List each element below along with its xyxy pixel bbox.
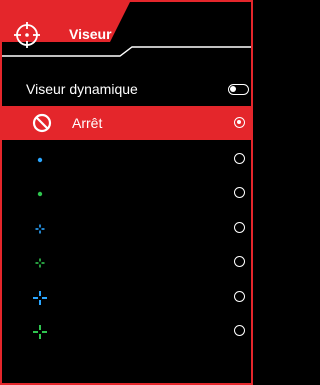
page-title: Viseur xyxy=(69,26,112,42)
panel-header: Viseur xyxy=(2,2,251,60)
dynamic-crosshair-row[interactable]: Viseur dynamique xyxy=(2,72,251,106)
crosshair-small-green-icon xyxy=(35,258,45,268)
option-off[interactable]: Arrêt xyxy=(2,106,251,140)
crosshair-panel: Viseur Viseur dynamique Arrêt xyxy=(0,0,253,385)
option-off-label: Arrêt xyxy=(72,115,103,131)
no-symbol-icon xyxy=(32,113,52,133)
dynamic-crosshair-label: Viseur dynamique xyxy=(26,81,138,97)
dot-small-green-icon xyxy=(37,191,43,197)
crosshair-large-green-icon xyxy=(33,325,47,339)
radio-button[interactable] xyxy=(234,325,245,336)
radio-button[interactable] xyxy=(234,291,245,302)
crosshair-small-blue-icon xyxy=(35,224,45,234)
radio-button[interactable] xyxy=(234,187,245,198)
radio-button[interactable] xyxy=(234,256,245,267)
option-dot-blue[interactable] xyxy=(2,142,251,176)
option-cross-small-blue[interactable] xyxy=(2,211,251,245)
option-dot-green[interactable] xyxy=(2,176,251,210)
option-cross-small-green[interactable] xyxy=(2,245,251,279)
option-cross-large-green[interactable] xyxy=(2,314,251,348)
radio-selected[interactable] xyxy=(234,117,245,128)
radio-button[interactable] xyxy=(234,153,245,164)
crosshair-large-blue-icon xyxy=(33,291,47,305)
crosshair-target-icon xyxy=(14,22,40,48)
radio-button[interactable] xyxy=(234,222,245,233)
option-cross-large-blue[interactable] xyxy=(2,280,251,314)
dynamic-crosshair-toggle[interactable] xyxy=(228,84,249,95)
dot-small-blue-icon xyxy=(37,157,43,163)
toggle-knob xyxy=(230,86,236,92)
